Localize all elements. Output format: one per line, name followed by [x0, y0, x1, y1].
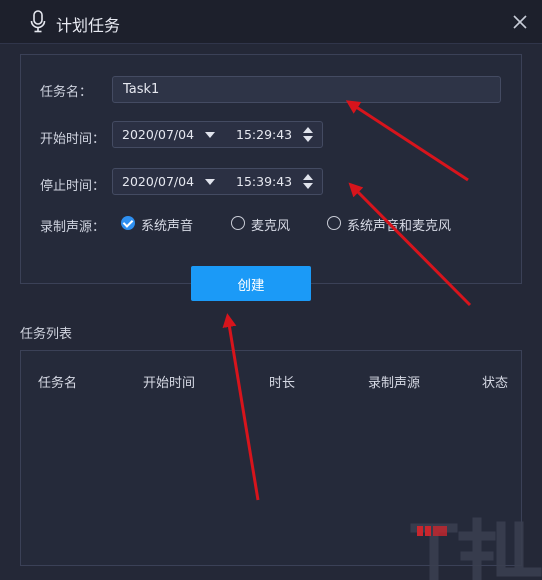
task-name-label: 任务名： [40, 85, 93, 100]
close-icon[interactable] [510, 12, 530, 32]
radio-unchecked-icon [327, 216, 341, 230]
column-header-task-name[interactable]: 任务名 [38, 372, 77, 391]
column-header-audio-source[interactable]: 录制声源 [368, 372, 420, 391]
watermark-logo [410, 517, 542, 580]
start-time-label: 开始时间： [40, 132, 106, 147]
create-button[interactable]: 创建 [191, 266, 311, 301]
radio-microphone[interactable]: 麦克风 [231, 215, 311, 234]
stop-date-value: 2020/07/04 [122, 174, 195, 189]
start-date-value: 2020/07/04 [122, 127, 195, 142]
stop-date-dropdown-icon[interactable] [205, 179, 215, 185]
column-header-start-time[interactable]: 开始时间 [143, 372, 195, 391]
radio-microphone-label: 麦克风 [251, 219, 291, 234]
task-name-input[interactable] [112, 76, 501, 103]
start-date-dropdown-icon[interactable] [205, 132, 215, 138]
radio-system-and-microphone-label: 系统声音和麦克风 [347, 219, 452, 234]
radio-system-and-microphone[interactable]: 系统声音和麦克风 [327, 215, 467, 234]
radio-system-sound-label: 系统声音 [141, 219, 194, 234]
audio-source-label: 录制声源： [40, 220, 106, 235]
start-time-value: 15:29:43 [236, 127, 293, 142]
task-list-title: 任务列表 [20, 327, 73, 342]
radio-system-sound[interactable]: 系统声音 [121, 215, 211, 234]
microphone-icon [30, 10, 46, 33]
title-bar: 计划任务 [0, 0, 542, 44]
start-datetime-picker[interactable]: 2020/07/04 15:29:43 [112, 121, 323, 148]
stop-datetime-picker[interactable]: 2020/07/04 15:39:43 [112, 168, 323, 195]
column-header-status[interactable]: 状态 [482, 372, 508, 391]
stop-time-value: 15:39:43 [236, 174, 293, 189]
window-title: 计划任务 [56, 16, 121, 35]
radio-unchecked-icon [231, 216, 245, 230]
start-time-spinner-icon[interactable] [303, 127, 313, 143]
radio-checked-icon [121, 216, 135, 230]
column-header-duration[interactable]: 时长 [269, 372, 295, 391]
stop-time-label: 停止时间： [40, 179, 106, 194]
stop-time-spinner-icon[interactable] [303, 174, 313, 190]
